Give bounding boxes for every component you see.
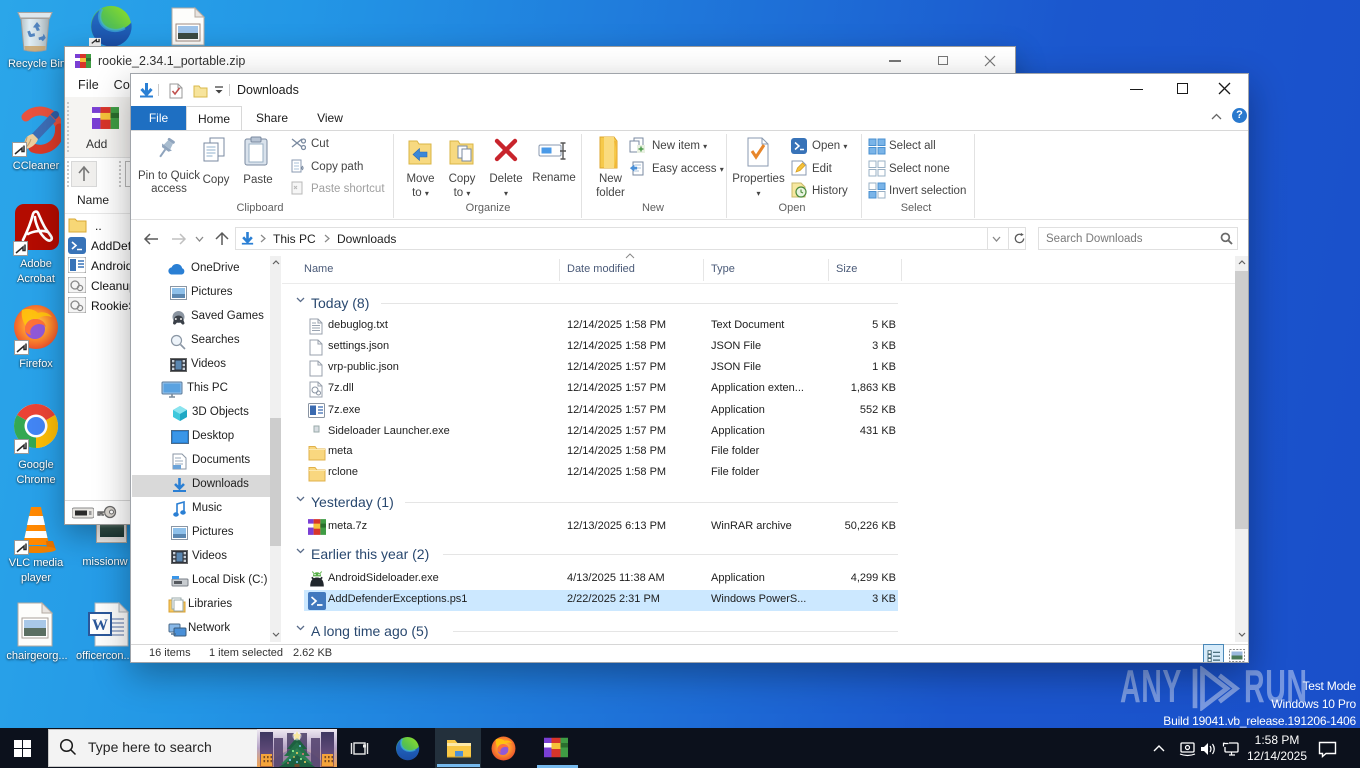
svg-text:W: W: [92, 617, 108, 634]
